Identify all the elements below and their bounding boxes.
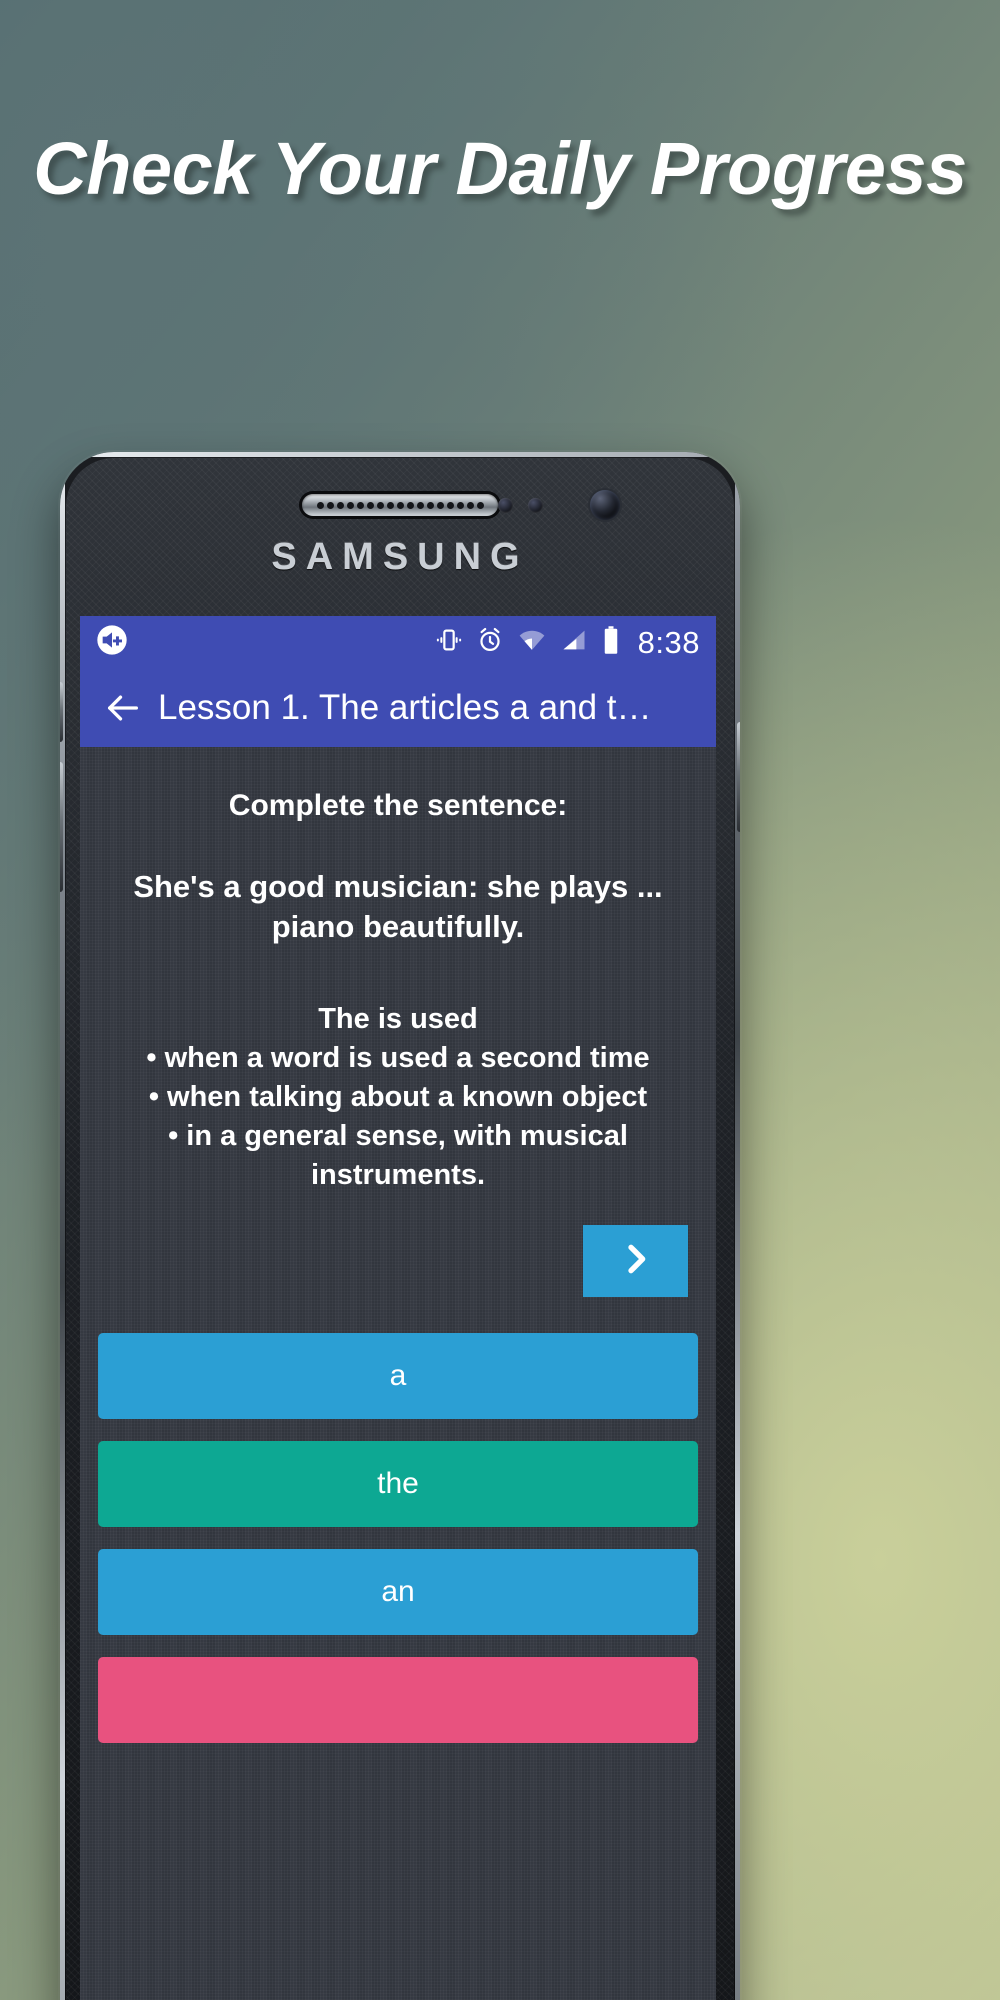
earpiece-speaker xyxy=(302,494,498,516)
phone-screen: 8:38 Lesson 1. The articles a and t… Com… xyxy=(80,616,716,2000)
status-bar-clock: 8:38 xyxy=(637,624,700,660)
status-bar-left-icons xyxy=(96,624,128,661)
chevron-right-icon xyxy=(616,1239,656,1282)
light-sensor-icon xyxy=(528,498,543,513)
question-prompt: Complete the sentence: xyxy=(228,789,568,822)
battery-icon xyxy=(601,625,621,660)
back-button[interactable] xyxy=(96,681,150,735)
app-bar: Lesson 1. The articles a and t… xyxy=(80,669,716,747)
wifi-icon xyxy=(517,626,547,659)
vibrate-icon xyxy=(435,626,463,659)
answer-option-1[interactable]: a xyxy=(98,1332,698,1419)
promo-headline: Check Your Daily Progress xyxy=(33,127,967,210)
device-brand-label: SAMSUNG xyxy=(271,536,529,578)
answer-option-4[interactable] xyxy=(98,1656,698,1743)
volume-up-hardware-button[interactable] xyxy=(60,682,63,742)
question-sentence: She's a good musician: she plays ... pia… xyxy=(133,869,663,944)
answer-option-2[interactable]: the xyxy=(98,1440,698,1527)
next-question-button[interactable] xyxy=(583,1224,688,1297)
promo-banner: Check Your Daily Progress SAMSUNG 8:38 L… xyxy=(0,0,1000,2000)
proximity-sensor-icon xyxy=(498,498,513,513)
alarm-icon xyxy=(476,626,504,659)
signal-icon xyxy=(560,626,588,659)
answer-options-list: a the an xyxy=(94,1332,702,1743)
answer-option-3[interactable]: an xyxy=(98,1548,698,1635)
next-button-row xyxy=(94,1224,702,1297)
phone-device-mockup: SAMSUNG 8:38 Lesson 1. The articles a an… xyxy=(60,452,740,2000)
volume-plus-icon xyxy=(96,624,128,661)
status-bar-right-icons: 8:38 xyxy=(435,625,700,661)
status-bar: 8:38 xyxy=(80,616,716,669)
power-hardware-button[interactable] xyxy=(737,722,740,832)
lesson-content: Complete the sentence: She's a good musi… xyxy=(80,747,716,2000)
page-title: Lesson 1. The articles a and t… xyxy=(158,688,652,727)
grammar-explanation: The is used • when a word is used a seco… xyxy=(146,1003,650,1191)
front-camera-icon xyxy=(590,490,620,520)
volume-down-hardware-button[interactable] xyxy=(60,762,63,892)
